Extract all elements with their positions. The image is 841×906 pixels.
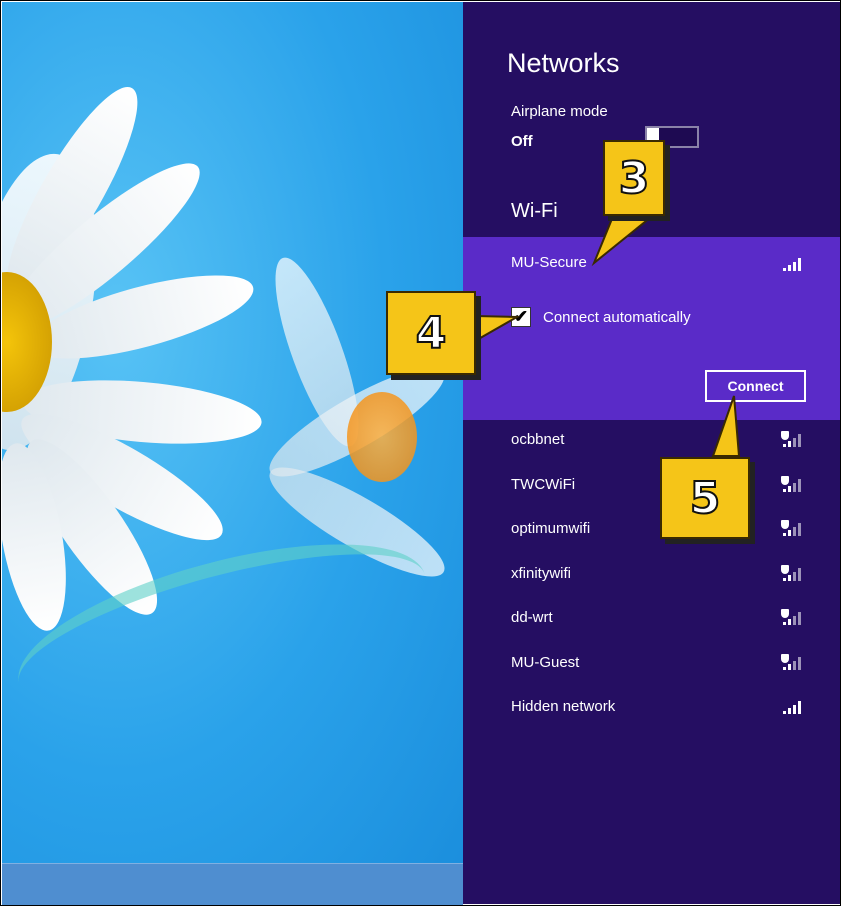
callout-5: 5 [660,457,750,539]
network-item[interactable]: Hidden network [463,688,840,732]
secured-signal-icon [781,653,805,670]
secured-signal-icon [781,609,805,625]
connect-button[interactable]: Connect [705,370,806,402]
shield-icon [781,475,789,485]
selected-network-name: MU-Secure [511,254,587,271]
network-name: dd-wrt [511,609,553,626]
connect-automatically-checkbox[interactable]: ✔ [511,307,531,327]
networks-panel: Networks Airplane mode Off Wi-Fi MU-Secu… [463,2,840,904]
network-item[interactable]: ocbbnet [463,421,840,465]
connect-automatically-row[interactable]: ✔ Connect automatically [511,305,691,329]
wifi-heading: Wi-Fi [511,200,558,222]
signal-strength-icon [783,700,805,714]
airplane-mode-label: Airplane mode [511,103,608,120]
secured-signal-icon [781,431,805,447]
secured-signal-icon [781,520,805,536]
shield-icon [781,609,789,618]
taskbar[interactable] [2,863,463,905]
network-name: optimumwifi [511,520,591,537]
network-name: MU-Guest [511,653,580,671]
panel-title: Networks [507,48,620,78]
selected-network[interactable]: MU-Secure ✔ Connect automatically Connec… [463,237,840,420]
network-item[interactable]: optimumwifi [463,510,840,554]
secured-signal-icon [781,564,805,581]
shield-icon [781,520,789,529]
network-name: TWCWiFi [511,475,576,493]
secured-signal-icon [781,475,805,492]
network-name: Hidden network [511,698,616,715]
signal-strength-icon [783,257,805,271]
connect-automatically-label: Connect automatically [543,308,691,326]
shield-icon [781,653,789,663]
callout-3: 3 [603,140,665,216]
network-name: ocbbnet [511,431,565,448]
network-item[interactable]: xfinitywifi [463,555,840,599]
screenshot-frame: Networks Airplane mode Off Wi-Fi MU-Secu… [0,0,841,906]
network-name: xfinitywifi [511,564,572,582]
network-item[interactable]: dd-wrt [463,599,840,643]
network-item[interactable]: MU-Guest [463,644,840,688]
airplane-mode-state: Off [511,133,533,150]
callout-4: 4 [386,291,476,375]
desktop-wallpaper [2,2,463,904]
network-item[interactable]: TWCWiFi [463,466,840,510]
shield-icon [781,431,789,440]
shield-icon [781,564,789,574]
